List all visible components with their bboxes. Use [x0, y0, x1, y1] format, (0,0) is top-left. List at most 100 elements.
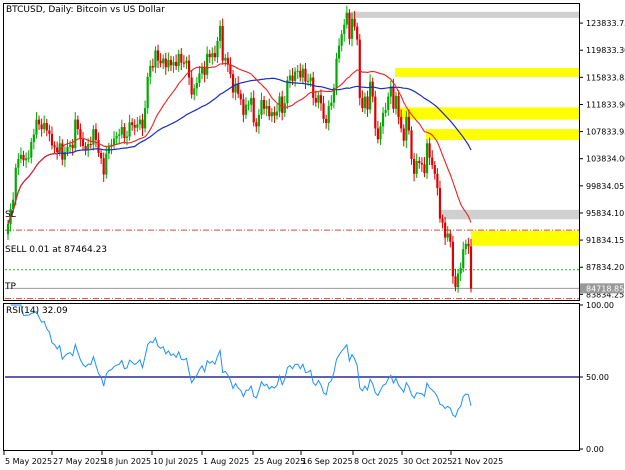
candle-body — [444, 222, 447, 238]
candle-body — [270, 112, 273, 117]
rsi-tick-label: 50.00 — [586, 373, 609, 382]
candle-body — [175, 61, 178, 67]
candle-body — [185, 60, 188, 64]
date-tick-label: 5 May 2025 — [5, 457, 52, 466]
sell-order-label: SELL 0.01 at 87464.23 — [5, 245, 107, 255]
candle-body — [27, 157, 30, 159]
candle-body — [216, 40, 219, 58]
candle-body — [66, 146, 69, 153]
candle-body — [299, 70, 302, 78]
candle-body — [180, 53, 183, 63]
candle-body — [371, 81, 374, 97]
candle-body — [128, 122, 131, 137]
candle-body — [327, 106, 330, 123]
candle-body — [151, 66, 154, 68]
candle-body — [221, 26, 224, 61]
candle-body — [312, 77, 315, 98]
candle-body — [317, 95, 320, 103]
candle-body — [288, 75, 292, 81]
candle-body — [376, 128, 379, 140]
candle-body — [353, 18, 356, 27]
zone-gray-0 — [345, 11, 579, 18]
candle-body — [451, 241, 454, 277]
candle-body — [112, 138, 116, 145]
candle-body — [237, 83, 240, 94]
candle-body — [229, 64, 232, 75]
candle-body — [350, 18, 354, 39]
price-axis: 123833.75 119833.30 115833.85 111833.90 1078… — [579, 19, 625, 454]
candle-body — [97, 139, 100, 153]
price-tick-label: 123833.75 — [586, 19, 625, 28]
candle-body — [433, 165, 436, 174]
candle-body — [76, 119, 79, 130]
candle-body — [224, 57, 227, 61]
candle-body — [195, 82, 198, 89]
candle-body — [136, 124, 139, 128]
candle-body — [89, 144, 92, 146]
candle-body — [37, 119, 41, 125]
candle-body — [345, 13, 348, 25]
rsi-tick-label: 0.00 — [586, 445, 604, 454]
candle-body — [177, 53, 180, 67]
candle-body — [294, 71, 297, 81]
candle-body — [164, 58, 167, 68]
candle-body — [407, 116, 411, 131]
rsi-title: RSI(14) 32.09 — [6, 306, 68, 316]
candle-body — [247, 104, 250, 106]
candle-body — [115, 135, 118, 139]
candle-body — [459, 268, 462, 274]
candle-body — [17, 158, 20, 168]
candle-body — [273, 112, 276, 116]
date-tick-label: 21 Nov 2025 — [452, 457, 503, 466]
candle-body — [387, 96, 390, 111]
candle-body — [405, 116, 408, 141]
candle-body — [400, 116, 403, 129]
candle-body — [379, 126, 382, 140]
date-tick-label: 25 Aug 2025 — [254, 457, 305, 466]
candle-body — [291, 75, 294, 81]
chart-root: 123833.75 119833.30 115833.85 111833.90 1078… — [3, 3, 625, 466]
candle-body — [172, 61, 175, 66]
candle-body — [45, 123, 48, 131]
price-tick-label: 111833.90 — [586, 100, 625, 109]
candle-body — [138, 119, 142, 125]
candle-body — [100, 152, 103, 159]
candle-body — [244, 104, 248, 115]
candle-body — [394, 95, 398, 109]
candle-body — [281, 96, 284, 113]
candle-body — [206, 53, 209, 75]
candle-body — [428, 143, 431, 158]
candle-body — [22, 154, 25, 161]
candle-body — [133, 125, 136, 128]
candle-body — [306, 80, 310, 82]
candle-body — [187, 60, 191, 78]
candle-body — [35, 119, 38, 135]
candle-body — [286, 80, 289, 104]
candle-body — [71, 144, 74, 149]
candle-body — [14, 167, 17, 200]
candle-body — [301, 68, 304, 78]
zone-yellow-5 — [471, 230, 579, 246]
candle-body — [118, 134, 121, 136]
candle-body — [143, 108, 147, 129]
zone-yellow-2 — [397, 107, 579, 120]
candle-body — [213, 53, 217, 58]
candle-body — [464, 243, 467, 250]
candle-body — [431, 157, 434, 166]
candle-body — [361, 97, 364, 109]
price-tick-label: 107833.95 — [586, 128, 625, 137]
candle-body — [374, 96, 377, 129]
candle-body — [255, 122, 258, 127]
tp-label: TP — [4, 282, 16, 292]
candle-body — [469, 246, 473, 289]
candle-body — [156, 50, 160, 61]
price-tick-label: 119833.30 — [586, 46, 625, 55]
candle-body — [182, 62, 185, 64]
date-axis: 5 May 2025 27 May 202518 Jun 2025 10 Jul 2… — [3, 450, 503, 466]
candle-body — [146, 76, 149, 109]
candle-body — [102, 158, 105, 175]
candle-body — [198, 73, 201, 83]
candle-body — [242, 99, 245, 115]
candle-body — [74, 119, 77, 149]
zone-yellow-1 — [395, 68, 579, 77]
